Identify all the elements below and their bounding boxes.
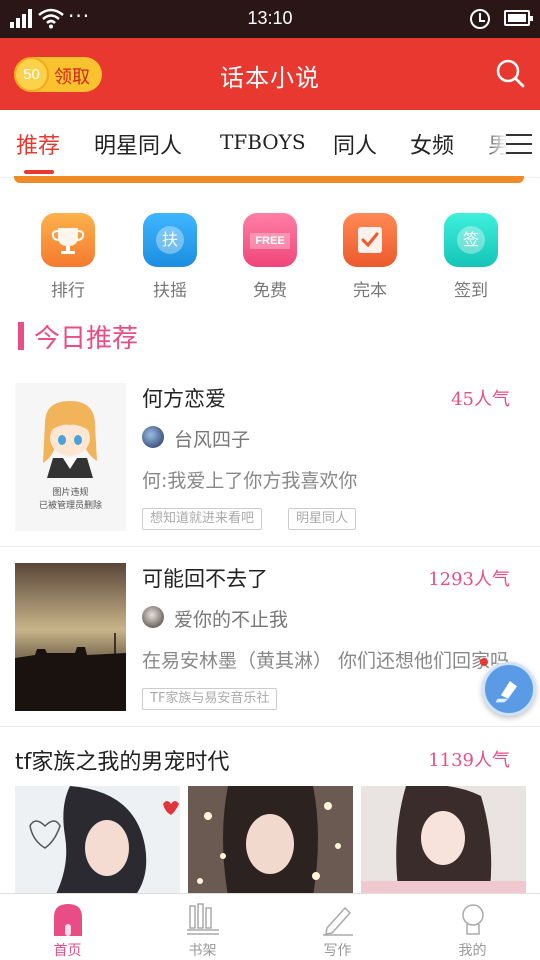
- tab-female[interactable]: 女频: [410, 128, 454, 160]
- nav-write[interactable]: 写作: [270, 894, 405, 960]
- checkin-icon: 签: [444, 213, 498, 267]
- nav-label: 写作: [323, 943, 352, 959]
- nav-bookshelf[interactable]: 书架: [135, 894, 270, 960]
- floating-action-button[interactable]: [482, 662, 536, 716]
- quick-link-free[interactable]: FREE 免费: [230, 210, 310, 301]
- quick-link-ranking[interactable]: 排行: [28, 210, 108, 301]
- nav-label: 书架: [188, 943, 217, 959]
- quick-link-label: 签到: [454, 281, 488, 301]
- alarm-icon: [470, 9, 490, 29]
- cover-notice: 图片违规: [52, 488, 89, 498]
- nav-label: 首页: [53, 943, 82, 959]
- quick-link-checkin[interactable]: 签 签到: [431, 210, 511, 301]
- author-name[interactable]: 爱你的不止我: [174, 605, 288, 632]
- quick-link-label: 扶摇: [153, 281, 187, 301]
- broom-icon: [495, 681, 517, 703]
- quick-link-support[interactable]: 扶 扶摇: [130, 210, 210, 301]
- free-icon: FREE: [243, 213, 297, 267]
- author-name[interactable]: 台风四子: [174, 425, 250, 452]
- status-bar: ··· 13:10: [0, 0, 540, 38]
- tab-celebrity-fanfic[interactable]: 明星同人: [94, 128, 182, 160]
- write-icon: [321, 902, 355, 936]
- trophy-icon: [41, 213, 95, 267]
- book-description: 何:我爱上了你方我喜欢你: [142, 470, 358, 492]
- category-tabs: 推荐 明星同人 TFBOYS 同人 女频 男: [0, 110, 540, 178]
- divider: [0, 726, 540, 727]
- home-icon: [51, 902, 85, 936]
- support-icon: 扶: [143, 213, 197, 267]
- tab-tfboys[interactable]: TFBOYS: [220, 130, 306, 154]
- nav-profile[interactable]: 我的: [405, 894, 540, 960]
- status-time: 13:10: [247, 8, 293, 28]
- profile-icon: [456, 902, 490, 936]
- active-tab-indicator: [24, 170, 54, 174]
- book-description: 在易安林墨（黄其淋） 你们还想他们回家吗: [142, 650, 510, 672]
- nav-home[interactable]: 首页: [0, 894, 135, 960]
- quick-links: 排行 扶 扶摇 FREE 免费 完本 签 签到: [0, 210, 540, 305]
- quick-link-label: 完本: [353, 281, 387, 301]
- menu-icon[interactable]: [506, 134, 532, 156]
- bottom-navigation: 首页 书架 写作 我的: [0, 893, 540, 960]
- book-title[interactable]: 何方恋爱: [142, 383, 226, 413]
- feature-image[interactable]: [361, 786, 526, 896]
- app-title: 话本小说: [220, 64, 320, 92]
- tab-fanfic[interactable]: 同人: [333, 128, 377, 160]
- search-icon[interactable]: [495, 58, 525, 88]
- notification-dot: [480, 658, 488, 666]
- feature-image[interactable]: [15, 786, 180, 896]
- book-tag[interactable]: 明星同人: [288, 508, 357, 530]
- quick-link-complete[interactable]: 完本: [330, 210, 410, 301]
- quick-link-label: 免费: [253, 281, 287, 301]
- popularity-count: 45人气: [451, 389, 510, 410]
- cover-notice: 已被管理员删除: [38, 501, 102, 511]
- author-avatar: [142, 606, 164, 628]
- popularity-count: 1293人气: [428, 569, 510, 590]
- book-title[interactable]: 可能回不去了: [142, 563, 268, 593]
- book-item[interactable]: 图片违规 已被管理员删除 何方恋爱 45人气 台风四子 何:我爱上了你方我喜欢你…: [0, 366, 540, 546]
- book-cover: [15, 563, 126, 711]
- feature-image[interactable]: [188, 786, 353, 896]
- quick-link-label: 排行: [51, 281, 85, 301]
- book-item[interactable]: 可能回不去了 1293人气 爱你的不止我 在易安林墨（黄其淋） 你们还想他们回家…: [0, 546, 540, 726]
- book-tag[interactable]: TF家族与易安音乐社: [142, 688, 278, 710]
- battery-icon: [504, 10, 533, 26]
- book-tag[interactable]: 想知道就进来看吧: [142, 508, 263, 530]
- app-header: 50 领取 话本小说: [0, 38, 540, 110]
- book-cover: 图片违规 已被管理员删除: [15, 383, 126, 531]
- section-marker: [18, 322, 24, 350]
- banner-edge[interactable]: [14, 176, 524, 183]
- nav-label: 我的: [458, 943, 487, 959]
- section-title: 今日推荐: [34, 324, 139, 354]
- feature-book-title[interactable]: tf家族之我的男宠时代: [15, 744, 229, 776]
- popularity-count: 1139人气: [428, 750, 510, 771]
- complete-icon: [343, 213, 397, 267]
- bookshelf-icon: [186, 902, 220, 936]
- author-avatar: [142, 426, 164, 448]
- tab-recommend[interactable]: 推荐: [16, 128, 60, 160]
